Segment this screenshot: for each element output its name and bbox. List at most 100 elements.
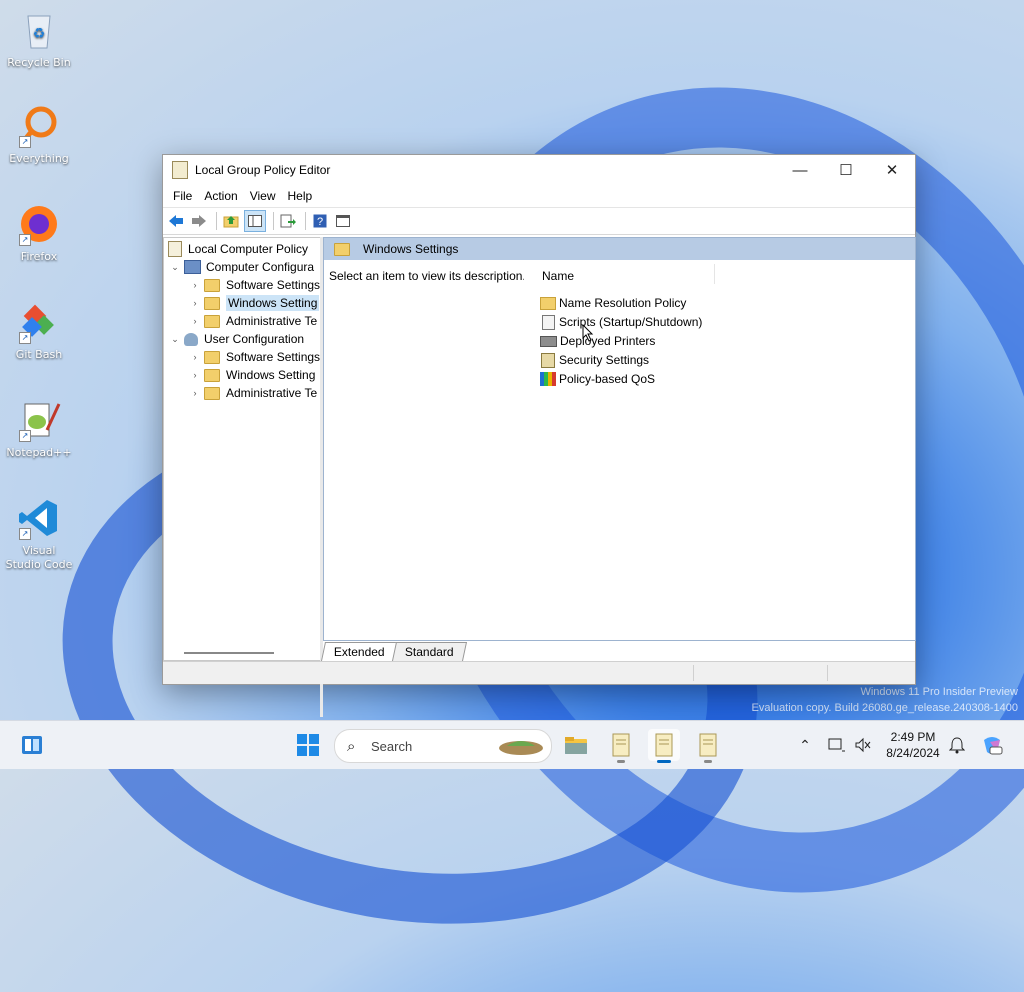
chevron-right-icon[interactable]: › (190, 280, 200, 290)
view-tabs: Extended Standard (320, 641, 467, 661)
tree-item-computer-software-settings[interactable]: › Software Settings (190, 276, 321, 294)
list-item-label: Security Settings (559, 353, 650, 367)
desktop-icon-git-bash[interactable]: ↗ Git Bash (4, 300, 74, 362)
list-item[interactable]: Security Settings (540, 351, 649, 369)
clock-time: 2:49 PM (890, 730, 936, 744)
chevron-right-icon[interactable]: › (190, 388, 200, 398)
tree-item-user-configuration[interactable]: ⌄ User Configuration (170, 330, 304, 348)
search-placeholder: Search (371, 738, 413, 754)
tree-item-user-software-settings[interactable]: › Software Settings (190, 348, 321, 366)
chevron-up-icon: ⌃ (799, 736, 811, 753)
folder-icon (204, 296, 220, 310)
toolbar-separator (273, 212, 274, 230)
column-divider[interactable] (714, 264, 715, 284)
qos-chart-icon (540, 372, 556, 386)
volume-muted-icon[interactable] (852, 721, 874, 769)
group-policy-editor-window[interactable]: Local Group Policy Editor — ☐ ✕ File Act… (162, 154, 916, 717)
minimize-button[interactable]: — (777, 155, 823, 185)
tree-item-local-computer-policy[interactable]: Local Computer Policy (168, 240, 308, 258)
script-icon (542, 314, 555, 330)
desktop-icon-label: Git Bash (15, 348, 63, 361)
back-arrow-icon[interactable] (166, 211, 186, 231)
menu-help[interactable]: Help (282, 189, 319, 203)
notification-bell-icon[interactable] (946, 721, 968, 769)
list-item[interactable]: Scripts (Startup/Shutdown) (540, 313, 702, 331)
widgets-icon (22, 736, 42, 754)
policy-document-icon (612, 733, 630, 757)
search-icon: ⌕ (347, 737, 356, 755)
group-policy-app-icon (172, 161, 188, 179)
start-button[interactable] (292, 729, 324, 761)
chevron-down-icon[interactable]: ⌄ (170, 262, 180, 273)
show-hidden-icons-button[interactable]: ⌃ (794, 721, 816, 769)
chevron-right-icon[interactable]: › (190, 370, 200, 380)
horizontal-scrollbar[interactable] (184, 652, 274, 654)
console-tree[interactable]: Local Computer Policy ⌄ Computer Configu… (163, 237, 321, 661)
chevron-right-icon[interactable]: › (190, 298, 200, 308)
help-icon[interactable]: ? (310, 211, 330, 231)
desktop-icon-recycle-bin[interactable]: ♻ Recycle Bin (4, 8, 74, 70)
list-item[interactable]: Policy-based QoS (540, 370, 655, 388)
status-divider (827, 665, 828, 681)
search-highlight-image (499, 741, 543, 755)
tree-item-computer-administrative-templates[interactable]: › Administrative Te (190, 312, 318, 330)
tree-item-label: Computer Configura (206, 260, 315, 274)
title-bar[interactable]: Local Group Policy Editor — ☐ ✕ (163, 155, 915, 185)
chevron-down-icon[interactable]: ⌄ (170, 334, 180, 345)
list-item-label: Policy-based QoS (559, 372, 656, 386)
firefox-icon: ↗ (17, 202, 61, 246)
tree-item-label: User Configuration (204, 332, 305, 346)
tree-item-user-windows-settings[interactable]: › Windows Setting (190, 366, 316, 384)
list-item[interactable]: Name Resolution Policy (540, 294, 686, 312)
desktop-icon-everything[interactable]: ↗ Everything (4, 104, 74, 166)
menu-bar: File Action View Help (163, 185, 915, 207)
menu-view[interactable]: View (244, 189, 282, 203)
desktop-icon-vscode[interactable]: ↗ Visual Studio Code (4, 496, 74, 572)
widgets-button[interactable] (16, 729, 48, 761)
policy-document-icon (168, 241, 182, 257)
export-list-icon[interactable] (278, 211, 298, 231)
up-folder-icon[interactable] (221, 211, 241, 231)
show-hide-tree-icon[interactable] (244, 210, 266, 232)
column-header-name[interactable]: Name (542, 269, 574, 283)
menu-file[interactable]: File (167, 189, 198, 203)
toolbar-separator (216, 212, 217, 230)
maximize-button[interactable]: ☐ (823, 155, 869, 185)
tree-item-label: Administrative Te (226, 314, 318, 328)
tree-item-label: Software Settings (226, 278, 321, 292)
tree-item-computer-configuration[interactable]: ⌄ Computer Configura (170, 258, 314, 276)
notepad-icon: ↗ (17, 398, 61, 442)
git-icon: ↗ (17, 300, 61, 344)
svg-text:?: ? (317, 216, 323, 228)
network-icon[interactable] (826, 721, 848, 769)
properties-icon[interactable] (333, 211, 353, 231)
list-item[interactable]: Deployed Printers (540, 332, 655, 350)
details-pane: Windows Settings Select an item to view … (323, 237, 916, 641)
list-item-label: Name Resolution Policy (559, 296, 687, 310)
copilot-icon[interactable] (980, 721, 1004, 769)
taskbar-search-box[interactable]: ⌕ Search (334, 729, 552, 763)
tree-item-computer-windows-settings[interactable]: › Windows Setting (190, 294, 320, 312)
taskbar-app-notepad-2[interactable] (692, 729, 724, 763)
chevron-right-icon[interactable]: › (190, 316, 200, 326)
folder-icon (204, 314, 220, 328)
description-text: Select an item to view its description. (329, 269, 526, 283)
desktop-icon-firefox[interactable]: ↗ Firefox (4, 202, 74, 264)
desktop-icon-notepad-plus-plus[interactable]: ↗ Notepad++ (4, 398, 74, 460)
tab-extended[interactable]: Extended (320, 642, 398, 661)
list-item-label: Scripts (Startup/Shutdown) (559, 315, 703, 329)
forward-arrow-icon[interactable] (189, 211, 209, 231)
tree-item-label: Windows Setting (226, 295, 320, 311)
chevron-right-icon[interactable]: › (190, 352, 200, 362)
desktop-icon-label: Firefox (20, 250, 58, 263)
tree-item-user-administrative-templates[interactable]: › Administrative Te (190, 384, 318, 402)
vscode-icon: ↗ (17, 496, 61, 540)
tab-standard[interactable]: Standard (391, 642, 467, 661)
system-clock[interactable]: 2:49 PM 8/24/2024 (878, 729, 948, 761)
taskbar-app-notepad-1[interactable] (605, 729, 637, 763)
watermark-build: Evaluation copy. Build 26080.ge_release.… (751, 702, 1018, 714)
file-explorer-button[interactable] (560, 729, 592, 761)
close-button[interactable]: ✕ (869, 155, 915, 185)
menu-action[interactable]: Action (198, 189, 243, 203)
taskbar-app-group-policy-editor[interactable] (648, 729, 680, 763)
